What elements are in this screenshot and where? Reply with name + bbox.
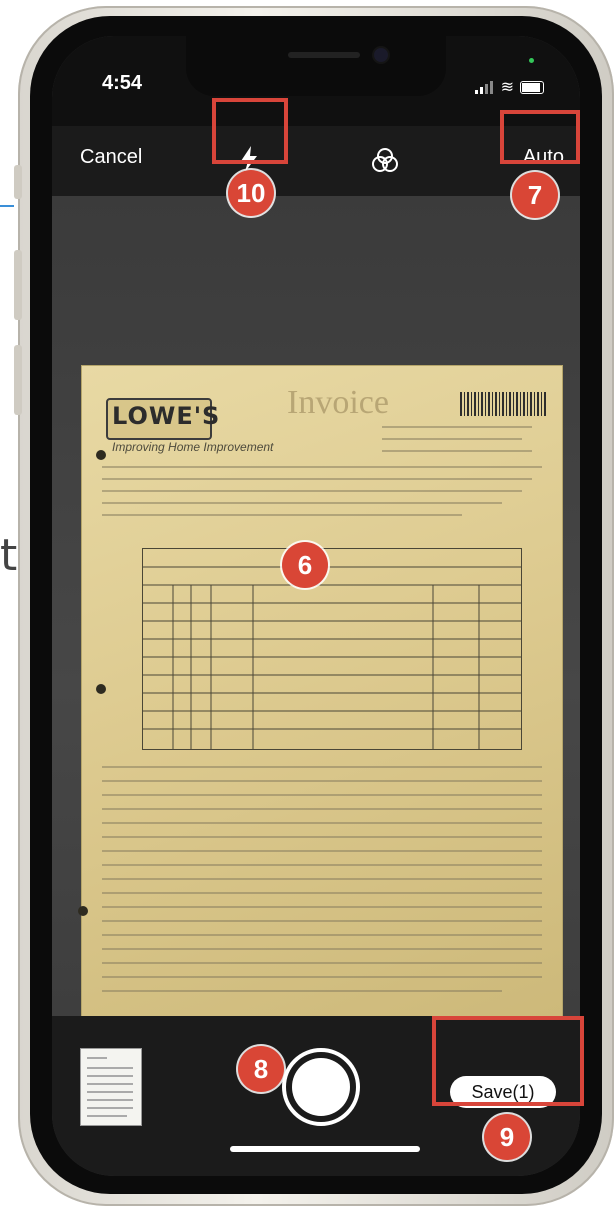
punch-hole [78, 906, 88, 916]
status-icons: ≋ [474, 76, 544, 96]
edge-accent-line [0, 205, 14, 207]
terms-line [102, 780, 542, 782]
front-camera [374, 48, 388, 62]
terms-line [102, 990, 502, 992]
filter-circles-icon [372, 148, 398, 172]
terms-line [102, 948, 542, 950]
scanned-page-thumbnail[interactable] [80, 1048, 142, 1126]
home-indicator [230, 1146, 420, 1152]
punch-hole [96, 684, 106, 694]
terms-line [102, 892, 542, 894]
volume-up-button [14, 250, 22, 320]
terms-line [102, 836, 542, 838]
terms-line [102, 822, 542, 824]
flash-highlight-box [212, 98, 288, 164]
invoice-line-items-table [142, 548, 522, 750]
save-highlight-box [432, 1016, 584, 1106]
shutter-inner-circle [292, 1058, 350, 1116]
fine-print-line [102, 514, 462, 516]
terms-line [102, 766, 542, 768]
cancel-button[interactable]: Cancel [80, 146, 142, 169]
mute-switch [14, 165, 22, 199]
callout-6: 6 [282, 542, 328, 588]
callout-7: 7 [512, 172, 558, 218]
logo-tagline: Improving Home Improvement [112, 440, 274, 454]
edge-partial-glyph: t [0, 530, 18, 581]
callout-9: 9 [484, 1114, 530, 1160]
store-address-line [382, 450, 532, 452]
volume-down-button [14, 345, 22, 415]
camera-viewfinder: LOWE'S Improving Home Improvement Invoic… [52, 196, 580, 1016]
camera-in-use-indicator [529, 58, 534, 63]
battery-icon [520, 81, 544, 94]
status-time: 4:54 [102, 72, 143, 94]
earpiece-speaker [288, 52, 360, 58]
fine-print-line [102, 466, 542, 468]
terms-line [102, 906, 542, 908]
wifi-icon: ≋ [500, 77, 514, 96]
lowes-logo: LOWE'S [106, 398, 219, 440]
terms-line [102, 934, 542, 936]
terms-line [102, 808, 542, 810]
barcode [460, 392, 546, 416]
callout-8: 8 [238, 1046, 284, 1092]
store-address-line [382, 438, 522, 440]
terms-line [102, 878, 542, 880]
table-grid [143, 566, 521, 749]
shutter-button[interactable] [282, 1048, 360, 1126]
cellular-signal-icon [474, 76, 495, 94]
punch-hole [96, 450, 106, 460]
terms-line [102, 794, 542, 796]
notch [186, 36, 446, 96]
terms-line [102, 850, 542, 852]
store-address-line [382, 426, 532, 428]
color-filter-button[interactable] [370, 146, 400, 176]
phone-screen: 4:54 ≋ Cancel Auto LOWE'S Improving Home… [52, 36, 580, 1176]
scanned-invoice-document: LOWE'S Improving Home Improvement Invoic… [78, 366, 562, 1016]
fine-print-line [102, 490, 522, 492]
fine-print-line [102, 502, 502, 504]
fine-print-line [102, 478, 532, 480]
terms-line [102, 920, 542, 922]
terms-line [102, 976, 542, 978]
callout-10: 10 [228, 170, 274, 216]
terms-line [102, 864, 542, 866]
auto-highlight-box [500, 110, 580, 164]
terms-line [102, 962, 542, 964]
invoice-title: Invoice [287, 384, 389, 421]
